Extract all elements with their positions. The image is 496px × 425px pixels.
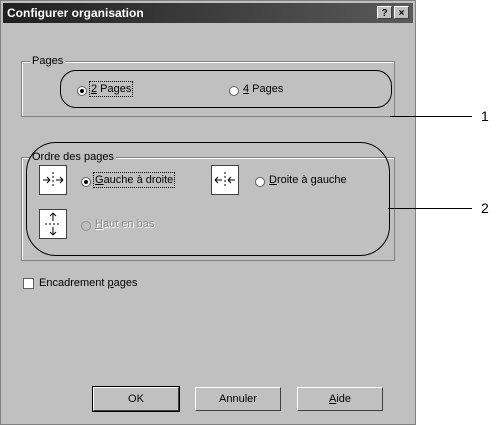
title-bar[interactable]: Configurer organisation ? ×: [3, 3, 413, 23]
help-button-label: Aide: [328, 393, 352, 405]
frame-pages-checkbox[interactable]: [23, 278, 34, 289]
callout-1-outline: [60, 70, 392, 108]
cancel-button-label: Annuler: [219, 393, 257, 405]
help-button[interactable]: Aide: [297, 387, 383, 411]
help-title-button[interactable]: ?: [377, 6, 392, 19]
close-button[interactable]: ×: [394, 6, 409, 19]
callout-2-number: 2: [481, 200, 489, 216]
callout-1-number: 1: [481, 108, 489, 124]
ok-button[interactable]: OK: [92, 386, 180, 412]
frame-pages-label[interactable]: Encadrement pages: [39, 277, 137, 289]
pages-group-legend: Pages: [30, 55, 66, 67]
cancel-button[interactable]: Annuler: [195, 387, 281, 411]
callout-2-leader: [388, 208, 472, 209]
ok-button-label: OK: [128, 393, 144, 405]
callout-2-outline: [26, 142, 390, 256]
callout-1-leader: [390, 116, 472, 117]
dialog-title: Configurer organisation: [7, 6, 144, 20]
